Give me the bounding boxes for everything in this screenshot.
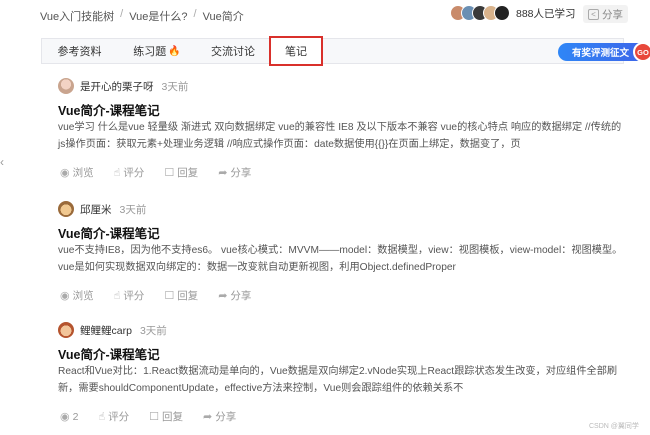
tab-notes[interactable]: 笔记 — [269, 36, 323, 66]
learner-avatar — [494, 5, 510, 21]
reply-action[interactable]: ☐ 回复 — [149, 409, 183, 424]
note-body[interactable]: React和Vue对比：1.React数据流动是单向的，Vue数据是双向绑定2.… — [58, 364, 624, 397]
tab-label: 交流讨论 — [211, 46, 255, 58]
tab-discussion[interactable]: 交流讨论 — [197, 39, 269, 63]
share-label: 分享 — [230, 290, 252, 302]
note-author[interactable]: 邱厘米 — [80, 202, 112, 217]
avatar[interactable] — [58, 322, 74, 338]
reply-label: 回复 — [162, 411, 184, 423]
note-author[interactable]: 是开心的栗子呀 — [80, 79, 154, 94]
note-actions: ◉ 浏览 ☝ 评分 ☐ 回复 ➦ 分享 — [60, 165, 628, 180]
share-icon: ➦ — [218, 167, 228, 179]
note-time: 3天前 — [119, 203, 147, 216]
view-label: 浏览 — [72, 290, 94, 302]
note-actions: ◉ 2 ☝ 评分 ☐ 回复 ➦ 分享 — [60, 409, 628, 424]
thumb-icon: ☝ — [113, 290, 121, 302]
note-time: 3天前 — [161, 80, 189, 93]
share-button[interactable]: < 分享 — [583, 5, 628, 23]
comment-icon: ☐ — [149, 411, 160, 423]
tab-references[interactable]: 参考资料 — [42, 39, 117, 63]
breadcrumb-item[interactable]: Vue是什么? — [129, 8, 187, 24]
note-item: 是开心的栗子呀 3天前 Vue简介-课程笔记 vue学习 什么是vue 轻量级 … — [58, 78, 628, 180]
rate-action[interactable]: ☝ 评分 — [98, 409, 129, 424]
share-action[interactable]: ➦ 分享 — [218, 288, 251, 303]
note-title[interactable]: Vue简介-课程笔记 — [58, 344, 628, 362]
tab-label: 练习题 — [133, 46, 167, 58]
note-item: 鲤鲤鲤carp 3天前 Vue简介-课程笔记 React和Vue对比：1.Rea… — [58, 322, 628, 424]
breadcrumb-item[interactable]: Vue简介 — [203, 8, 244, 24]
share-label: 分享 — [602, 8, 623, 21]
note-item: 邱厘米 3天前 Vue简介-课程笔记 vue不支持IE8，因为他不支持es6。 … — [58, 201, 628, 303]
share-action[interactable]: ➦ 分享 — [218, 165, 251, 180]
fire-icon: 🔥 — [168, 45, 181, 57]
learner-avatars — [450, 5, 510, 21]
note-body[interactable]: vue学习 什么是vue 轻量级 渐进式 双向数据绑定 vue的兼容性 IE8 … — [58, 120, 624, 153]
breadcrumb: Vue入门技能树 / Vue是什么? / Vue简介 — [40, 8, 244, 24]
note-title[interactable]: Vue简介-课程笔记 — [58, 100, 628, 118]
view-action[interactable]: ◉ 浏览 — [60, 288, 94, 303]
view-label: 浏览 — [72, 167, 94, 179]
reply-label: 回复 — [177, 167, 199, 179]
breadcrumb-separator: / — [193, 8, 197, 20]
eye-icon: ◉ — [60, 167, 70, 179]
chevron-left-icon[interactable]: ‹ — [0, 155, 4, 169]
note-body[interactable]: vue不支持IE8，因为他不支持es6。 vue核心模式：MVVM——model… — [58, 243, 624, 276]
rate-label: 评分 — [108, 411, 130, 423]
rate-action[interactable]: ☝ 评分 — [114, 288, 145, 303]
share-action[interactable]: ➦ 分享 — [203, 409, 236, 424]
rate-label: 评分 — [123, 290, 145, 302]
learners-info: 888人已学习 — [450, 5, 576, 21]
avatar[interactable] — [58, 201, 74, 217]
avatar[interactable] — [58, 78, 74, 94]
note-author[interactable]: 鲤鲤鲤carp — [80, 323, 132, 338]
tab-bar: 参考资料 练习题 🔥 交流讨论 笔记 有奖评测征文 GO — [41, 36, 650, 66]
rate-label: 评分 — [123, 167, 145, 179]
share-icon: ➦ — [203, 411, 213, 423]
tab-label: 参考资料 — [57, 46, 102, 58]
reply-action[interactable]: ☐ 回复 — [164, 288, 198, 303]
thumb-icon: ☝ — [98, 411, 106, 423]
eye-icon: ◉ — [60, 290, 70, 302]
view-label: 2 — [72, 410, 79, 423]
note-time: 3天前 — [139, 324, 167, 337]
comment-icon: ☐ — [164, 167, 175, 179]
view-action[interactable]: ◉ 浏览 — [60, 165, 94, 180]
rate-action[interactable]: ☝ 评分 — [114, 165, 145, 180]
share-icon: < — [588, 8, 599, 20]
share-label: 分享 — [230, 167, 252, 179]
top-bar: Vue入门技能树 / Vue是什么? / Vue简介 888人已学习 < 分享 — [0, 0, 650, 30]
reply-action[interactable]: ☐ 回复 — [164, 165, 198, 180]
thumb-icon: ☝ — [113, 167, 121, 179]
breadcrumb-separator: / — [120, 8, 124, 20]
tab-exercises[interactable]: 练习题 🔥 — [117, 39, 197, 63]
watermark: CSDN @翼同学 — [589, 423, 639, 430]
eye-icon: ◉ — [60, 411, 70, 423]
share-label: 分享 — [215, 411, 237, 423]
learners-count: 888人已学习 — [516, 7, 576, 20]
share-icon: ➦ — [218, 290, 228, 302]
eval-essay-button[interactable]: 有奖评测征文 GO — [558, 42, 650, 62]
reply-label: 回复 — [177, 290, 199, 302]
note-actions: ◉ 浏览 ☝ 评分 ☐ 回复 ➦ 分享 — [60, 288, 628, 303]
tab-label: 笔记 — [285, 46, 307, 58]
comment-icon: ☐ — [164, 290, 175, 302]
breadcrumb-item[interactable]: Vue入门技能树 — [40, 8, 114, 24]
view-action[interactable]: ◉ 2 — [60, 410, 79, 424]
eval-button-label: 有奖评测征文 — [572, 48, 630, 59]
note-title[interactable]: Vue简介-课程笔记 — [58, 223, 628, 241]
go-badge: GO — [633, 42, 650, 62]
